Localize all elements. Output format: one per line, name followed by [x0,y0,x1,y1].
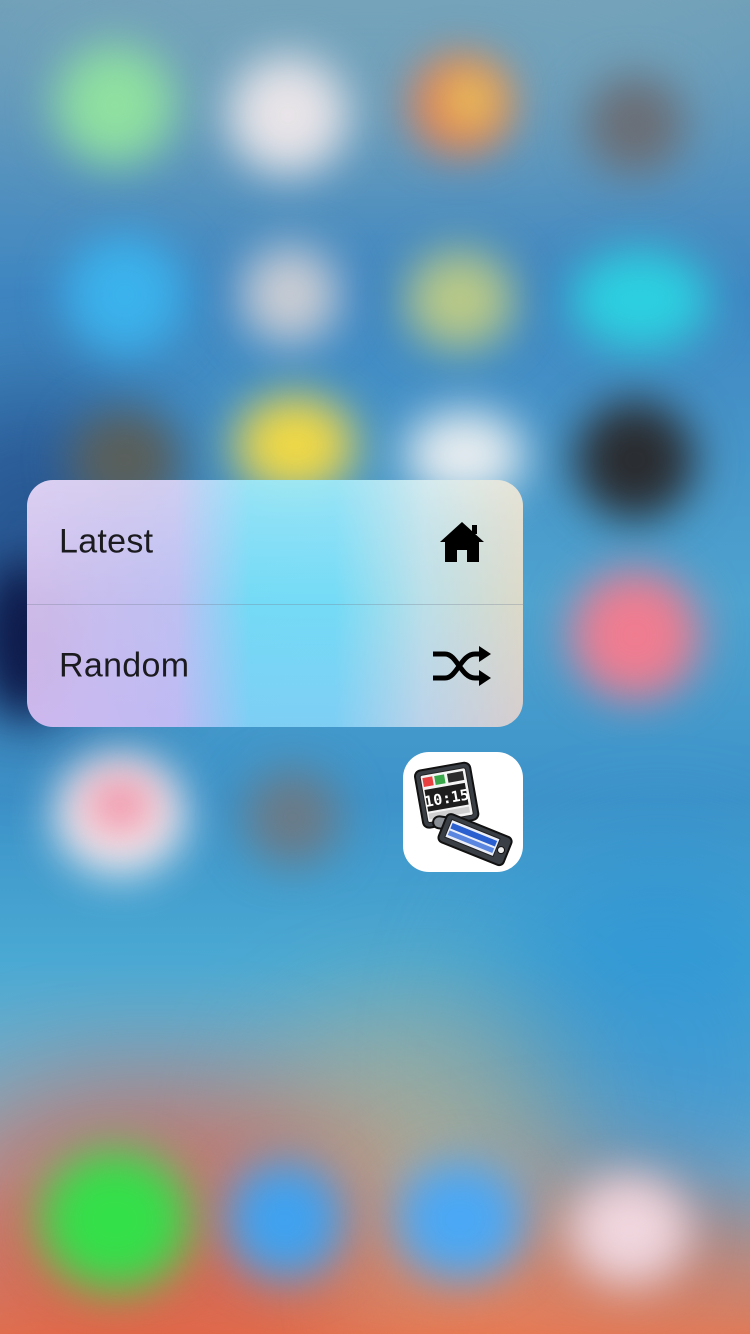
quick-action-random[interactable]: Random [27,604,523,727]
blurred-app-icon [65,235,185,355]
home-screen: Latest Random 10:15 [0,0,750,1334]
blurred-app-icon [440,70,500,130]
blurred-app-icon [570,570,700,700]
blurred-app-icon [575,400,695,520]
flip-phone-icon: 10:15 [414,761,513,867]
blurred-app-icon [245,770,340,865]
quick-action-latest[interactable]: Latest [27,480,523,603]
blurred-dock-icon [225,1160,345,1280]
blurred-dock-icon [40,1150,190,1290]
quick-action-label: Latest [59,522,154,560]
quick-actions-menu: Latest Random [27,480,523,727]
blurred-app-icon [405,250,515,350]
blurred-app-icon [228,55,348,175]
quick-action-label: Random [59,646,190,684]
blurred-app-icon [55,45,175,165]
blurred-dock-icon [570,1175,690,1285]
blurred-app-icon [240,245,340,345]
blurred-app-icon [85,775,155,835]
shuffle-icon [431,640,493,692]
blurred-app-icon [585,75,685,175]
house-icon [431,516,493,568]
flip-phone-clock-app-icon[interactable]: 10:15 [403,752,523,872]
blurred-dock-icon [395,1160,525,1280]
blurred-app-icon [570,250,710,350]
